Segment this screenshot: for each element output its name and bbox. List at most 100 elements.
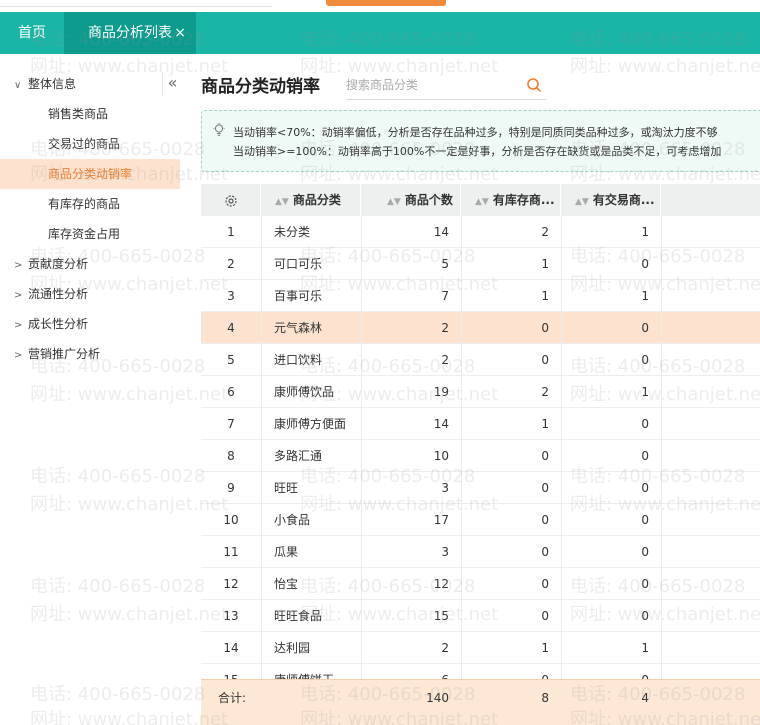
row-stocked: 0 — [541, 321, 549, 335]
table-row[interactable]: 11 瓜果 3 0 0 — [201, 536, 760, 568]
row-stocked: 0 — [541, 609, 549, 623]
total-stocked: 8 — [541, 691, 549, 705]
row-count: 10 — [433, 449, 449, 463]
row-count: 3 — [441, 545, 449, 559]
sidebar-group-label: 贡献度分析 — [28, 257, 89, 271]
table-row[interactable]: 2 可口可乐 5 1 0 — [201, 248, 760, 280]
table-row[interactable]: 1 未分类 14 2 1 — [201, 216, 760, 248]
search-input[interactable] — [346, 72, 516, 98]
tab-label: 商品分析列表 — [88, 25, 172, 41]
table-row[interactable]: 14 达利园 2 1 1 — [201, 632, 760, 664]
row-stocked: 2 — [541, 225, 549, 239]
sidebar-group-label: 流通性分析 — [28, 287, 89, 301]
sidebar-group-marketing[interactable]: > 营销推广分析 — [14, 344, 100, 364]
collapse-sidebar-icon[interactable]: « — [162, 72, 182, 96]
table-row[interactable]: 12 怡宝 12 0 0 — [201, 568, 760, 600]
gear-icon[interactable] — [224, 193, 238, 207]
row-traded: 1 — [641, 641, 649, 655]
close-icon[interactable]: × — [174, 12, 186, 54]
sidebar-group-label: 营销推广分析 — [28, 347, 101, 361]
top-orange-button[interactable] — [326, 0, 446, 6]
column-divider — [361, 216, 362, 716]
row-stocked: 0 — [541, 449, 549, 463]
row-traded: 1 — [641, 225, 649, 239]
row-traded: 0 — [641, 257, 649, 271]
row-count: 15 — [433, 609, 449, 623]
sidebar-item-traded-products[interactable]: 交易过的商品 — [0, 129, 180, 159]
row-count: 7 — [441, 289, 449, 303]
row-traded: 0 — [641, 577, 649, 591]
row-stocked: 1 — [541, 417, 549, 431]
sidebar-group-liquidity[interactable]: > 流通性分析 — [14, 284, 88, 304]
chevron-down-icon: ∨ — [14, 80, 22, 91]
row-index: 8 — [227, 449, 235, 463]
sort-icon[interactable]: ▲▼ — [475, 197, 489, 207]
table-row[interactable]: 3 百事可乐 7 1 1 — [201, 280, 760, 312]
sidebar-item-sales-products[interactable]: 销售类商品 — [0, 99, 180, 129]
header-category[interactable]: ▲▼ 商品分类 — [261, 184, 361, 216]
row-traded: 0 — [641, 545, 649, 559]
row-index: 11 — [223, 545, 239, 559]
table-row[interactable]: 7 康师傅方便面 14 1 0 — [201, 408, 760, 440]
row-index: 2 — [227, 257, 235, 271]
table-row[interactable]: 10 小食品 17 0 0 — [201, 504, 760, 536]
sidebar-item-category-turnover[interactable]: 商品分类动销率 — [0, 159, 180, 189]
sidebar-group-overall[interactable]: ∨ 整体信息 — [14, 74, 76, 94]
chevron-right-icon: > — [14, 320, 23, 331]
row-traded: 0 — [641, 481, 649, 495]
table-row[interactable]: 4 元气森林 2 0 0 — [201, 312, 760, 344]
sort-icon[interactable]: ▲▼ — [275, 197, 289, 207]
row-count: 2 — [441, 353, 449, 367]
header-traded[interactable]: ▲▼ 有交易商... — [561, 184, 661, 216]
search-icon[interactable] — [526, 77, 542, 96]
main-panel: 商品分类动销率 当动销率<70%：动销率偏低，分析是否存在品种过多，特别是同质同… — [190, 54, 760, 725]
table-row[interactable]: 6 康师傅饮品 19 2 1 — [201, 376, 760, 408]
row-index: 4 — [227, 321, 235, 335]
row-count: 3 — [441, 481, 449, 495]
total-count: 140 — [426, 691, 449, 705]
row-index: 5 — [227, 353, 235, 367]
row-stocked: 0 — [541, 353, 549, 367]
column-settings-header[interactable] — [201, 184, 261, 216]
sidebar: « ∨ 整体信息 销售类商品 交易过的商品 商品分类动销率 有库存的商品 库存资金… — [0, 54, 190, 725]
column-divider — [661, 216, 662, 716]
table-row[interactable]: 8 多路汇通 10 0 0 — [201, 440, 760, 472]
sidebar-item-stocked-products[interactable]: 有库存的商品 — [0, 189, 180, 219]
sidebar-item-inventory-capital[interactable]: 库存资金占用 — [0, 219, 180, 249]
sidebar-group-growth[interactable]: > 成长性分析 — [14, 314, 88, 334]
notice-box: 当动销率<70%：动销率偏低，分析是否存在品种过多，特别是同质同类品种过多，或淘… — [201, 110, 760, 172]
row-traded: 0 — [641, 449, 649, 463]
table-row[interactable]: 5 进口饮料 2 0 0 — [201, 344, 760, 376]
table-row[interactable]: 13 旺旺食品 15 0 0 — [201, 600, 760, 632]
row-stocked: 2 — [541, 385, 549, 399]
sort-icon[interactable]: ▲▼ — [575, 197, 589, 207]
top-strip — [0, 0, 760, 12]
row-stocked: 0 — [541, 577, 549, 591]
row-count: 12 — [433, 577, 449, 591]
notice-line-high: 当动销率>=100%：动销率高于100%不一定是好事，分析是否存在缺货或是品类不… — [233, 145, 722, 158]
row-traded: 1 — [641, 385, 649, 399]
sidebar-group-label: 整体信息 — [28, 77, 77, 91]
row-index: 3 — [227, 289, 235, 303]
table-row[interactable]: 9 旺旺 3 0 0 — [201, 472, 760, 504]
sidebar-group-contribution[interactable]: > 贡献度分析 — [14, 254, 88, 274]
row-stocked: 1 — [541, 257, 549, 271]
tab-bar: 首页 商品分析列表 × — [0, 12, 760, 54]
tab-home[interactable]: 首页 — [0, 12, 64, 54]
total-label: 合计: — [218, 691, 247, 705]
row-count: 2 — [441, 641, 449, 655]
row-traded: 0 — [641, 321, 649, 335]
header-count[interactable]: ▲▼ 商品个数 — [361, 184, 461, 216]
row-traded: 1 — [641, 289, 649, 303]
row-count: 5 — [441, 257, 449, 271]
tab-product-analysis[interactable]: 商品分析列表 × — [64, 12, 196, 54]
header-stocked[interactable]: ▲▼ 有库存商... — [461, 184, 561, 216]
row-traded: 0 — [641, 417, 649, 431]
notice-line-low: 当动销率<70%：动销率偏低，分析是否存在品种过多，特别是同质同类品种过多，或淘… — [233, 126, 718, 139]
sort-icon[interactable]: ▲▼ — [387, 197, 401, 207]
row-traded: 0 — [641, 513, 649, 527]
total-traded: 4 — [641, 691, 649, 705]
row-index: 13 — [223, 609, 239, 623]
row-index: 1 — [227, 225, 235, 239]
row-index: 14 — [223, 641, 239, 655]
